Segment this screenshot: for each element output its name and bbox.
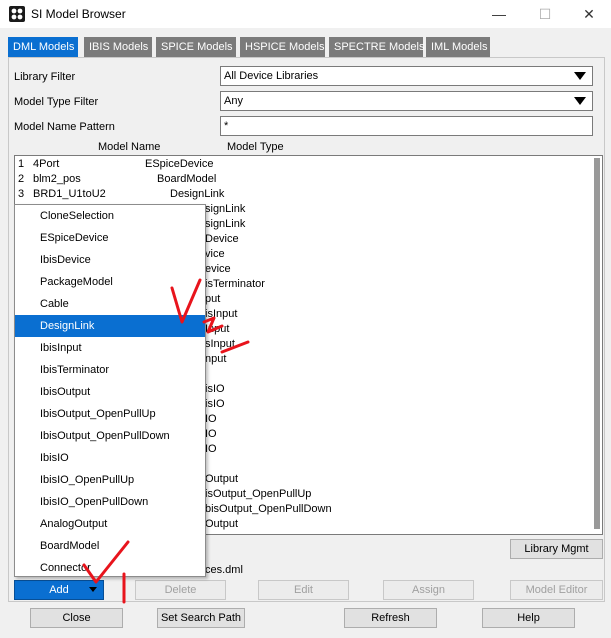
library-mgmt-button[interactable]: Library Mgmt: [510, 539, 603, 559]
menu-item-ibisio[interactable]: IbisIO: [15, 447, 205, 469]
chevron-down-icon: [574, 72, 586, 80]
menu-item-ibisio-openpulldown[interactable]: IbisIO_OpenPullDown: [15, 491, 205, 513]
chevron-down-icon: [89, 587, 97, 592]
model-name: blm2_pos: [33, 173, 81, 185]
list-row-partial-type: Input: [205, 323, 230, 335]
tab-spectre-models[interactable]: SPECTRE Models: [329, 37, 424, 57]
list-row-partial-type: vice: [205, 248, 225, 260]
library-file-name: ces.dml: [205, 564, 243, 576]
close-button[interactable]: Close: [30, 608, 123, 628]
model-name: 4Port: [33, 158, 60, 170]
tab-iml-models[interactable]: IML Models: [426, 37, 490, 57]
tab-spice-models[interactable]: SPICE Models: [156, 37, 236, 57]
model-name: BRD1_U1toU2: [33, 188, 106, 200]
library-filter-select[interactable]: All Device Libraries: [220, 66, 593, 86]
row-number: 1: [18, 158, 25, 170]
menu-item-ibisoutput-openpulldown[interactable]: IbisOutput_OpenPullDown: [15, 425, 205, 447]
chevron-down-icon: [574, 97, 586, 105]
list-row-partial-type: isIO: [205, 383, 225, 395]
add-button-label: Add: [49, 584, 69, 596]
row-number: 2: [18, 173, 25, 185]
column-header-model-type: Model Type: [227, 141, 284, 153]
menu-item-packagemodel[interactable]: PackageModel: [15, 271, 205, 293]
row-number: 3: [18, 188, 25, 200]
list-row-partial-type: Output: [205, 473, 239, 485]
set-search-path-button[interactable]: Set Search Path: [157, 608, 245, 628]
list-row-partial-type: Output: [205, 518, 239, 530]
menu-item-connector[interactable]: Connector: [15, 557, 205, 576]
model-type-filter-select[interactable]: Any: [220, 91, 593, 111]
model-type-filter-value: Any: [224, 95, 243, 107]
model-name-pattern-label: Model Name Pattern: [14, 121, 115, 133]
model-type: DesignLink: [170, 188, 225, 200]
edit-button[interactable]: Edit: [258, 580, 349, 600]
list-row[interactable]: 2 blm2_pos BoardModel: [15, 172, 595, 187]
maximize-icon[interactable]: ☐: [522, 2, 568, 26]
title-bar: SI Model Browser — ☐ ✕: [0, 0, 611, 28]
menu-item-ibisdevice[interactable]: IbisDevice: [15, 249, 205, 271]
library-filter-value: All Device Libraries: [224, 70, 319, 82]
help-button[interactable]: Help: [482, 608, 575, 628]
add-model-type-menu[interactable]: CloneSelection ESpiceDevice IbisDevice P…: [14, 204, 206, 577]
list-row-partial-type: put: [205, 293, 221, 305]
library-filter-label: Library Filter: [14, 71, 76, 83]
list-row-partial-type: IO: [205, 428, 217, 440]
column-header-model-name: Model Name: [98, 141, 161, 153]
model-name-pattern-input[interactable]: *: [220, 116, 593, 136]
delete-button[interactable]: Delete: [135, 580, 226, 600]
model-type-filter-label: Model Type Filter: [14, 96, 99, 108]
tab-dml-models[interactable]: DML Models: [8, 37, 78, 57]
minimize-icon[interactable]: —: [476, 2, 522, 26]
assign-button[interactable]: Assign: [383, 580, 474, 600]
menu-item-boardmodel[interactable]: BoardModel: [15, 535, 205, 557]
list-row-partial-type: isTerminator: [205, 278, 265, 290]
list-row-partial-type: IO: [205, 443, 217, 455]
menu-item-designlink[interactable]: DesignLink: [15, 315, 205, 337]
list-row-partial-type: isInput: [205, 308, 238, 320]
menu-item-cable[interactable]: Cable: [15, 293, 205, 315]
list-scrollbar[interactable]: [592, 156, 602, 534]
list-row-partial-type: signLink: [205, 218, 246, 230]
close-window-icon[interactable]: ✕: [566, 2, 611, 26]
tab-hspice-models[interactable]: HSPICE Models: [240, 37, 325, 57]
app-icon: [9, 6, 25, 22]
model-type: ESpiceDevice: [145, 158, 214, 170]
scrollbar-thumb[interactable]: [594, 158, 600, 529]
refresh-button[interactable]: Refresh: [344, 608, 437, 628]
menu-item-analogoutput[interactable]: AnalogOutput: [15, 513, 205, 535]
tab-ibis-models[interactable]: IBIS Models: [84, 37, 152, 57]
list-row[interactable]: 3 BRD1_U1toU2 DesignLink: [15, 187, 595, 202]
window-title: SI Model Browser: [31, 7, 126, 21]
model-type: BoardModel: [157, 173, 217, 185]
list-row-partial-type: sInput: [205, 338, 235, 350]
list-row-partial-type: evice: [205, 263, 231, 275]
menu-item-ibisio-openpullup[interactable]: IbisIO_OpenPullUp: [15, 469, 205, 491]
menu-item-ibisterminator[interactable]: IbisTerminator: [15, 359, 205, 381]
list-row[interactable]: 1 4Port ESpiceDevice: [15, 157, 595, 172]
menu-item-ibisinput[interactable]: IbisInput: [15, 337, 205, 359]
list-row-partial-type: isOutput_OpenPullUp: [205, 488, 312, 500]
list-row-partial-type: IO: [205, 413, 217, 425]
add-button[interactable]: Add: [14, 580, 104, 600]
list-row-partial-type: signLink: [205, 203, 246, 215]
menu-item-ibisoutput[interactable]: IbisOutput: [15, 381, 205, 403]
model-editor-button[interactable]: Model Editor: [510, 580, 603, 600]
menu-item-espicedevice[interactable]: ESpiceDevice: [15, 227, 205, 249]
list-row-partial-type: Device: [205, 233, 239, 245]
list-row-partial-type: bisOutput_OpenPullDown: [205, 503, 332, 515]
list-row-partial-type: isIO: [205, 398, 225, 410]
menu-item-cloneselection[interactable]: CloneSelection: [15, 205, 205, 227]
list-row-partial-type: nput: [205, 353, 227, 365]
menu-item-ibisoutput-openpullup[interactable]: IbisOutput_OpenPullUp: [15, 403, 205, 425]
